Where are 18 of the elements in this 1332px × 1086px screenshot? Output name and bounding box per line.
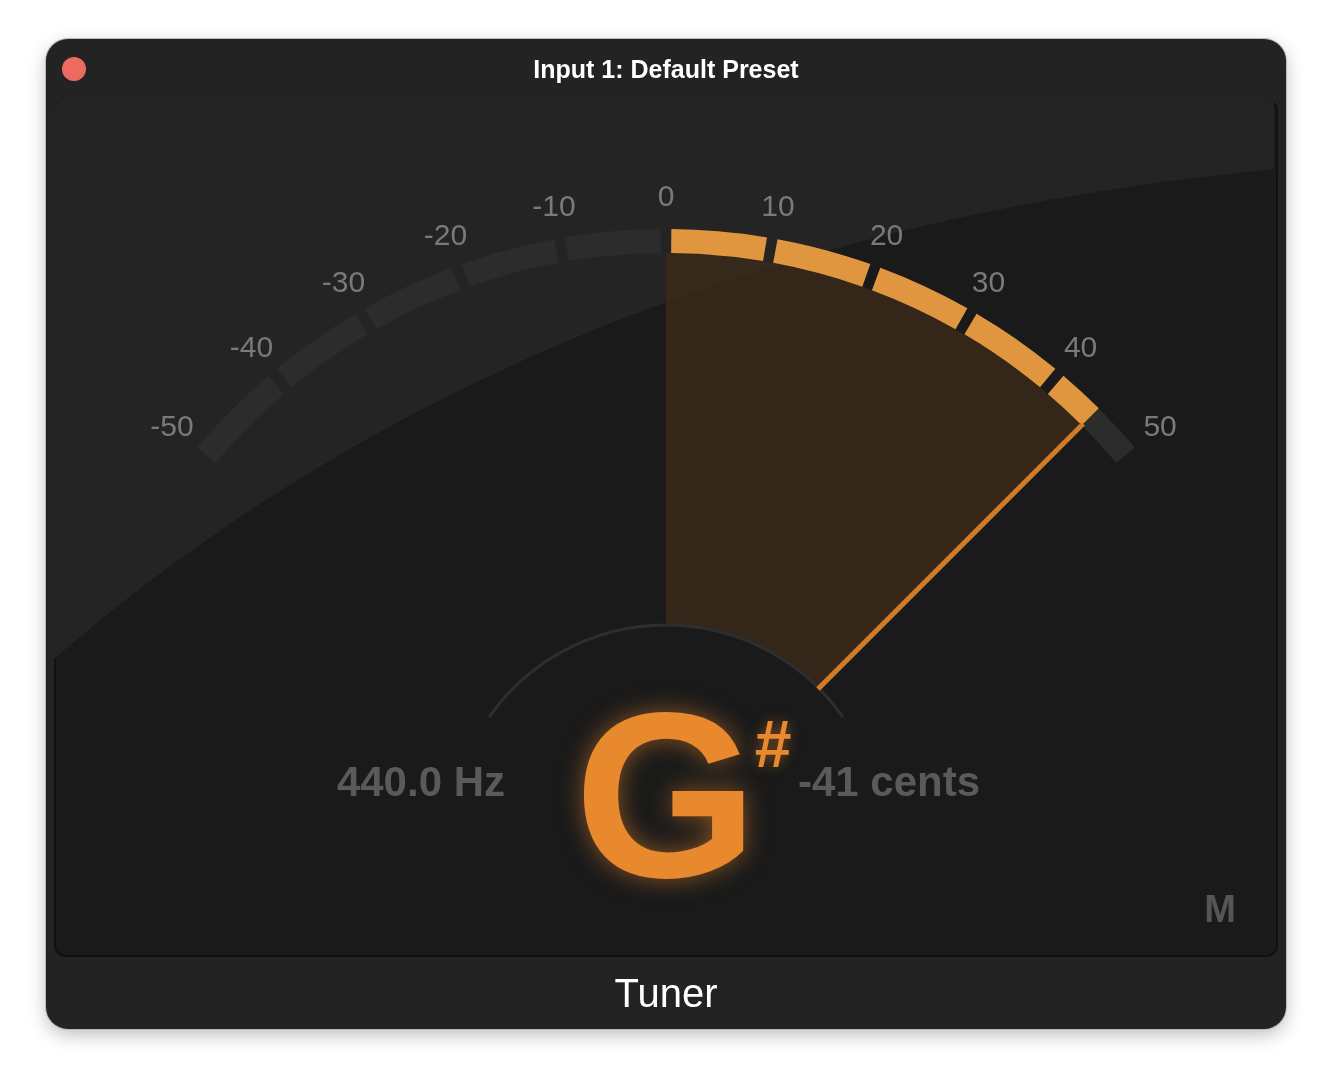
scale-label: 40: [1063, 329, 1098, 363]
scale-label: -40: [229, 329, 274, 363]
scale-label: -50: [150, 409, 194, 443]
scale-label: 50: [1143, 409, 1177, 443]
scale-label: 20: [869, 217, 904, 251]
plugin-name: Tuner: [614, 970, 718, 1016]
scale-label: 30: [971, 265, 1006, 299]
scale-label: 0: [657, 179, 675, 212]
frequency-reading: 440.0 Hz: [336, 758, 505, 805]
cents-reading: -41 cents: [798, 758, 981, 805]
scale-label: -20: [423, 217, 468, 251]
accidental-sign: #: [754, 707, 792, 781]
scale-label: 10: [761, 188, 795, 222]
scale-label: -10: [532, 188, 576, 222]
window-title: Input 1: Default Preset: [533, 54, 799, 84]
close-button[interactable]: [62, 57, 86, 81]
mode-label: M: [1204, 888, 1236, 930]
scale-label: -30: [321, 265, 366, 299]
